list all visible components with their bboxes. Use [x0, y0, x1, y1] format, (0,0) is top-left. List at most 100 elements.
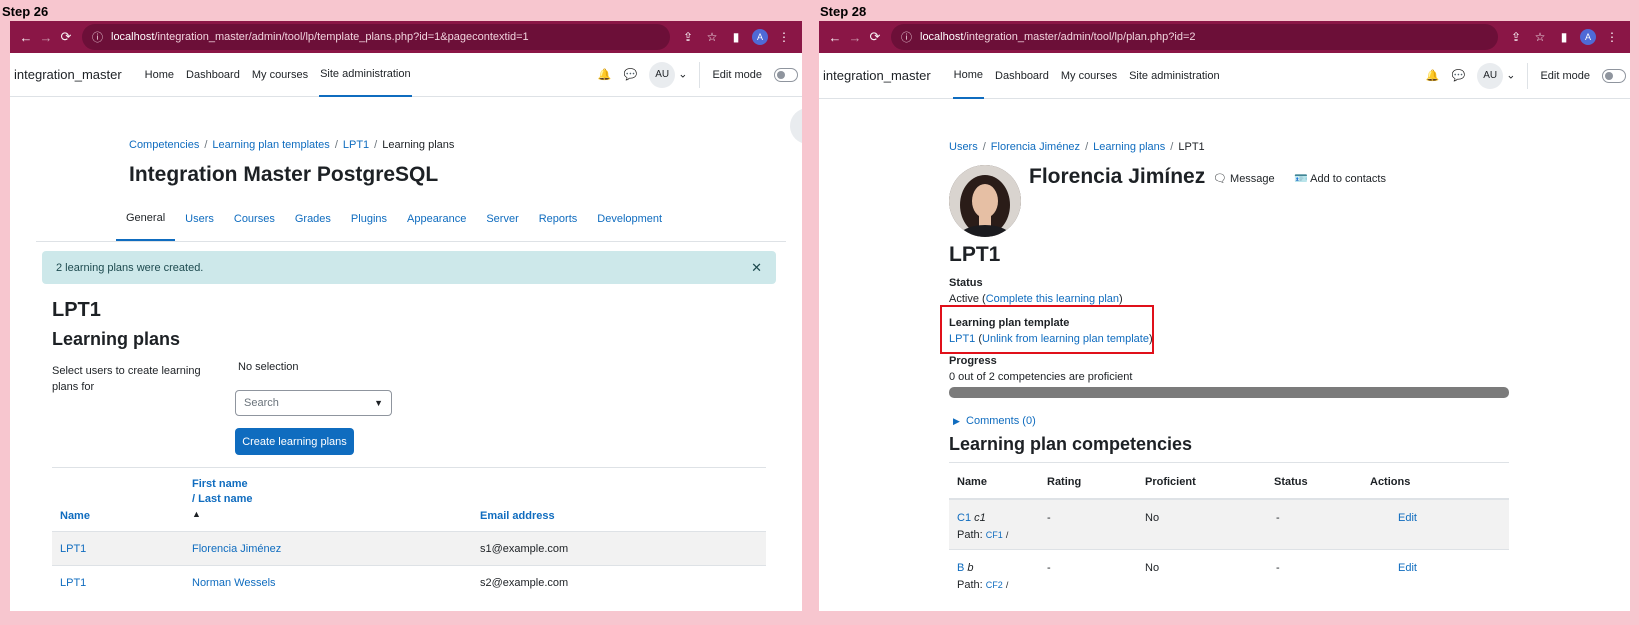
section-title: Learning plans — [52, 329, 181, 349]
user-menu[interactable]: AU ⌄ — [649, 61, 687, 88]
rating-value: - — [1047, 562, 1051, 574]
row-user-link[interactable]: Norman Wessels — [192, 577, 276, 589]
comments-toggle[interactable]: ▶ Comments (0) — [953, 415, 1036, 427]
chat-icon[interactable]: 💬 — [1451, 69, 1465, 82]
breadcrumb-templates[interactable]: Learning plan templates — [212, 139, 329, 151]
share-icon[interactable]: ⇪ — [1504, 30, 1528, 44]
back-icon[interactable]: ← — [825, 30, 845, 45]
nav-site-administration[interactable]: Site administration — [1128, 53, 1221, 99]
col-proficient: Proficient — [1145, 476, 1196, 488]
tab-plugins[interactable]: Plugins — [341, 197, 397, 241]
dropdown-arrow-icon: ▼ — [374, 398, 383, 408]
row-user-link[interactable]: Florencia Jiménez — [192, 543, 281, 555]
sort-first-name[interactable]: First name — [192, 478, 248, 490]
edit-mode-toggle[interactable] — [1602, 68, 1626, 83]
framework-link[interactable]: CF1 — [986, 530, 1003, 540]
close-icon[interactable]: ✕ — [751, 260, 762, 276]
side-panel-icon[interactable]: ▮ — [724, 30, 748, 44]
nav-site-administration[interactable]: Site administration — [319, 53, 412, 97]
alert-message: 2 learning plans were created. — [56, 261, 204, 274]
tab-development[interactable]: Development — [587, 197, 672, 241]
edit-link[interactable]: Edit — [1398, 562, 1417, 574]
profile-avatar: A — [1580, 29, 1596, 45]
competency-idnumber: b — [967, 562, 974, 574]
tab-courses[interactable]: Courses — [224, 197, 285, 241]
user-avatar-photo[interactable] — [949, 165, 1021, 237]
message-button[interactable]: 🗨 Message — [1213, 172, 1275, 185]
competency-link[interactable]: B — [957, 562, 964, 574]
chat-icon[interactable]: 💬 — [623, 68, 637, 81]
breadcrumb-sep: / — [204, 139, 208, 151]
browser-toolbar: ← → ⟳ ⓘ localhost/integration_master/adm… — [10, 21, 802, 53]
breadcrumb-users[interactable]: Users — [949, 141, 978, 153]
page-title: Integration Master PostgreSQL — [129, 163, 439, 186]
edit-link[interactable]: Edit — [1398, 512, 1417, 524]
back-icon[interactable]: ← — [16, 30, 36, 45]
tab-general[interactable]: General — [116, 197, 176, 241]
bookmark-star-icon[interactable]: ☆ — [700, 30, 724, 44]
nav-my-courses[interactable]: My courses — [251, 53, 309, 97]
site-brand[interactable]: integration_master — [14, 67, 122, 82]
profile-icon[interactable]: A — [748, 29, 772, 45]
add-to-contacts-button[interactable]: 🪪 Add to contacts — [1294, 172, 1386, 185]
caret-right-icon: ▶ — [953, 416, 960, 426]
bell-icon[interactable]: 🔔 — [598, 68, 612, 81]
nav-dashboard[interactable]: Dashboard — [994, 53, 1050, 99]
bookmark-star-icon[interactable]: ☆ — [1528, 30, 1552, 44]
create-learning-plans-button[interactable]: Create learning plans — [235, 428, 354, 455]
unlink-template-link[interactable]: Unlink from learning plan template — [982, 333, 1149, 345]
select-users-label: Select users to create learning plans fo… — [52, 365, 201, 393]
nav-home[interactable]: Home — [144, 53, 175, 97]
complete-plan-link[interactable]: Complete this learning plan — [986, 293, 1119, 305]
breadcrumb-competencies[interactable]: Competencies — [129, 139, 199, 151]
nav-home[interactable]: Home — [952, 53, 985, 99]
framework-link[interactable]: CF2 — [986, 580, 1003, 590]
breadcrumb-user[interactable]: Florencia Jiménez — [991, 141, 1080, 153]
tab-users[interactable]: Users — [175, 197, 224, 241]
info-icon[interactable]: ⓘ — [92, 29, 103, 45]
menu-kebab-icon[interactable]: ⋮ — [772, 30, 796, 44]
forward-icon[interactable]: → — [36, 30, 56, 45]
add-contacts-label: Add to contacts — [1310, 173, 1386, 185]
site-navbar: integration_master Home Dashboard My cou… — [819, 53, 1630, 99]
template-link[interactable]: LPT1 — [949, 333, 975, 345]
side-panel-icon[interactable]: ▮ — [1552, 30, 1576, 44]
edit-mode-toggle[interactable] — [774, 67, 798, 82]
url-host: localhost — [920, 31, 964, 43]
address-bar[interactable]: ⓘ localhost/integration_master/admin/too… — [82, 24, 670, 50]
menu-kebab-icon[interactable]: ⋮ — [1600, 30, 1624, 44]
nav-dashboard[interactable]: Dashboard — [185, 53, 241, 97]
tab-server[interactable]: Server — [476, 197, 528, 241]
avatar: AU — [649, 61, 676, 88]
user-menu[interactable]: AU ⌄ — [1477, 62, 1515, 89]
tab-reports[interactable]: Reports — [529, 197, 588, 241]
nav-my-courses[interactable]: My courses — [1060, 53, 1118, 99]
table-top-divider — [949, 462, 1509, 463]
breadcrumb-learning-plans[interactable]: Learning plans — [1093, 141, 1165, 153]
sort-name[interactable]: Name — [60, 510, 90, 522]
sort-email[interactable]: Email address — [480, 510, 555, 522]
reload-icon[interactable]: ⟳ — [56, 29, 76, 45]
user-search-select[interactable]: Search ▼ — [235, 390, 392, 416]
profile-icon[interactable]: A — [1576, 29, 1600, 45]
breadcrumb-lpt1[interactable]: LPT1 — [343, 139, 369, 151]
drawer-toggle-button[interactable] — [790, 108, 802, 144]
col-name: Name — [957, 476, 987, 488]
reload-icon[interactable]: ⟳ — [865, 29, 885, 45]
bell-icon[interactable]: 🔔 — [1426, 69, 1440, 82]
forward-icon[interactable]: → — [845, 30, 865, 45]
share-icon[interactable]: ⇪ — [676, 30, 700, 44]
tab-appearance[interactable]: Appearance — [397, 197, 476, 241]
site-brand[interactable]: integration_master — [823, 68, 931, 83]
sort-last-name[interactable]: / Last name — [192, 493, 253, 505]
comments-link[interactable]: Comments (0) — [966, 415, 1036, 427]
info-icon[interactable]: ⓘ — [901, 29, 912, 45]
competency-link[interactable]: C1 — [957, 512, 971, 524]
edit-mode-label: Edit mode — [1540, 69, 1590, 82]
table-row: LPT1 Florencia Jiménez s1@example.com — [52, 531, 766, 565]
row-plan-link[interactable]: LPT1 — [60, 543, 86, 555]
row-plan-link[interactable]: LPT1 — [60, 577, 86, 589]
tab-grades[interactable]: Grades — [285, 197, 341, 241]
address-bar[interactable]: ⓘ localhost/integration_master/admin/too… — [891, 24, 1498, 50]
path-label: Path: — [957, 579, 983, 591]
